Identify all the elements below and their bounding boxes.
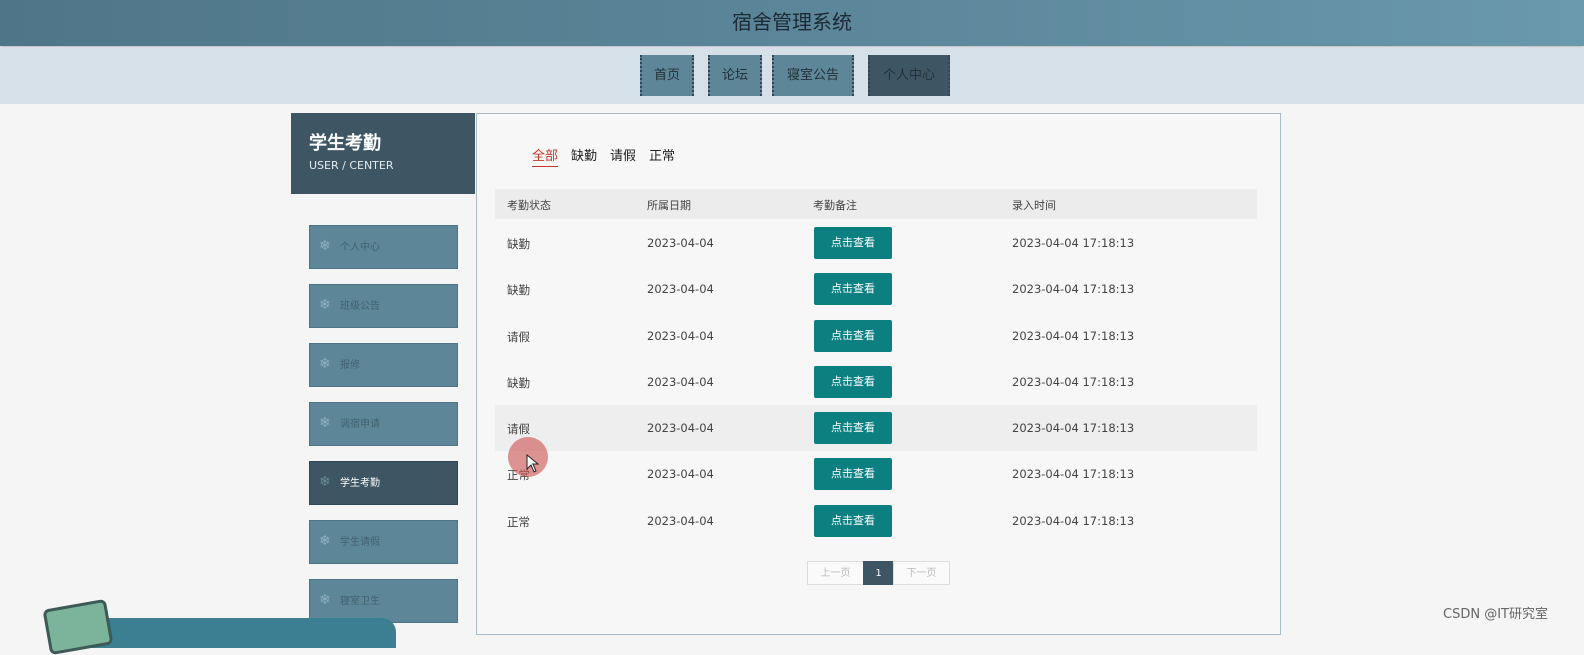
table-header: 考勤状态 所属日期 考勤备注 录入时间 <box>495 189 1257 219</box>
view-detail-button[interactable]: 点击查看 <box>814 227 892 259</box>
sidebar-item-label: 学生考勤 <box>340 478 380 489</box>
cell-date: 2023-04-04 <box>647 236 714 250</box>
snowflake-icon: ❄ <box>319 415 331 431</box>
snowflake-icon: ❄ <box>319 356 331 372</box>
view-detail-button[interactable]: 点击查看 <box>814 458 892 490</box>
sidebar-item-personal-center[interactable]: ❄ 个人中心 <box>309 225 458 269</box>
sidebar-item-label: 个人中心 <box>340 242 380 253</box>
cell-status: 缺勤 <box>507 237 530 251</box>
snowflake-icon: ❄ <box>319 592 331 608</box>
filter-absent[interactable]: 缺勤 <box>571 148 597 166</box>
cell-date: 2023-04-04 <box>647 467 714 481</box>
nav-dorm-notice-label: 寝室公告 <box>786 68 839 83</box>
table-row: 请假 2023-04-04 点击查看 2023-04-04 17:18:13 <box>495 313 1257 359</box>
cell-status: 缺勤 <box>507 283 530 297</box>
sidebar-item-repair[interactable]: ❄ 报修 <box>309 343 458 387</box>
snowflake-icon: ❄ <box>319 533 331 549</box>
cell-entry-time: 2023-04-04 17:18:13 <box>1012 375 1135 389</box>
nav-home-label: 首页 <box>653 68 680 83</box>
table-row: 正常 2023-04-04 点击查看 2023-04-04 17:18:13 <box>495 498 1257 544</box>
table-row: 正常 2023-04-04 点击查看 2023-04-04 17:18:13 <box>495 451 1257 497</box>
sidebar-item-dorm-transfer[interactable]: ❄ 调宿申请 <box>309 402 458 446</box>
filter-normal[interactable]: 正常 <box>649 148 675 166</box>
cell-status: 正常 <box>507 515 530 529</box>
header-entry-time: 录入时间 <box>1012 199 1056 212</box>
sidebar-item-label: 学生请假 <box>340 537 380 548</box>
filter-all[interactable]: 全部 <box>532 148 559 167</box>
table-row: 缺勤 2023-04-04 点击查看 2023-04-04 17:18:13 <box>495 266 1257 312</box>
view-detail-button[interactable]: 点击查看 <box>814 412 892 444</box>
sidebar-item-attendance[interactable]: ❄ 学生考勤 <box>309 461 458 505</box>
nav-dorm-notice[interactable]: 寝室公告 <box>772 55 854 96</box>
pagination-page-1[interactable]: 1 <box>863 561 894 585</box>
pagination-next-button[interactable]: 下一页 <box>893 561 950 585</box>
header-status: 考勤状态 <box>507 199 551 212</box>
nav-home[interactable]: 首页 <box>640 55 694 96</box>
cell-date: 2023-04-04 <box>647 514 714 528</box>
sidebar-item-label: 报修 <box>340 360 360 371</box>
sidebar-item-dorm-hygiene[interactable]: ❄ 寝室卫生 <box>309 579 458 623</box>
table-row: 请假 2023-04-04 点击查看 2023-04-04 17:18:13 <box>495 405 1257 451</box>
nav-forum-label: 论坛 <box>721 68 748 83</box>
sidebar-item-student-leave[interactable]: ❄ 学生请假 <box>309 520 458 564</box>
view-detail-button[interactable]: 点击查看 <box>814 273 892 305</box>
sidebar-item-class-notice[interactable]: ❄ 班级公告 <box>309 284 458 328</box>
cell-date: 2023-04-04 <box>647 375 714 389</box>
snowflake-icon: ❄ <box>319 474 331 490</box>
cell-date: 2023-04-04 <box>647 282 714 296</box>
nav-personal-center[interactable]: 个人中心 <box>868 55 950 96</box>
header-date: 所属日期 <box>647 199 691 212</box>
top-navigation: 首页 论坛 寝室公告 个人中心 <box>0 47 1584 104</box>
nav-personal-center-label: 个人中心 <box>882 68 935 83</box>
bottom-decoration-bar <box>80 618 396 648</box>
sidebar-header: 学生考勤 USER / CENTER <box>291 113 475 194</box>
watermark: CSDN @IT研究室 <box>1443 607 1548 622</box>
cell-status: 请假 <box>507 422 530 436</box>
sidebar-subtitle: USER / CENTER <box>309 159 394 172</box>
mouse-cursor-icon <box>526 454 540 473</box>
sidebar-item-label: 班级公告 <box>340 301 380 312</box>
header-remark: 考勤备注 <box>813 199 857 212</box>
nav-forum[interactable]: 论坛 <box>708 55 762 96</box>
cell-entry-time: 2023-04-04 17:18:13 <box>1012 329 1135 343</box>
view-detail-button[interactable]: 点击查看 <box>814 366 892 398</box>
cell-date: 2023-04-04 <box>647 329 714 343</box>
filter-leave[interactable]: 请假 <box>610 148 636 166</box>
cell-entry-time: 2023-04-04 17:18:13 <box>1012 467 1135 481</box>
table-row: 缺勤 2023-04-04 点击查看 2023-04-04 17:18:13 <box>495 359 1257 405</box>
sidebar-item-label: 寝室卫生 <box>340 596 380 607</box>
cell-entry-time: 2023-04-04 17:18:13 <box>1012 514 1135 528</box>
cell-status: 请假 <box>507 330 530 344</box>
view-detail-button[interactable]: 点击查看 <box>814 505 892 537</box>
pagination-prev-button[interactable]: 上一页 <box>807 561 864 585</box>
cell-entry-time: 2023-04-04 17:18:13 <box>1012 421 1135 435</box>
cell-entry-time: 2023-04-04 17:18:13 <box>1012 282 1135 296</box>
cell-status: 缺勤 <box>507 376 530 390</box>
snowflake-icon: ❄ <box>319 238 331 254</box>
cell-date: 2023-04-04 <box>647 421 714 435</box>
site-title: 宿舍管理系统 <box>732 10 852 34</box>
cell-entry-time: 2023-04-04 17:18:13 <box>1012 236 1135 250</box>
sidebar-title: 学生考勤 <box>309 133 381 154</box>
snowflake-icon: ❄ <box>319 297 331 313</box>
view-detail-button[interactable]: 点击查看 <box>814 320 892 352</box>
sidebar-item-label: 调宿申请 <box>340 419 380 430</box>
attendance-panel: 全部 缺勤 请假 正常 考勤状态 所属日期 考勤备注 录入时间 缺勤 2023-… <box>476 113 1281 635</box>
table-row: 缺勤 2023-04-04 点击查看 2023-04-04 17:18:13 <box>495 220 1257 266</box>
